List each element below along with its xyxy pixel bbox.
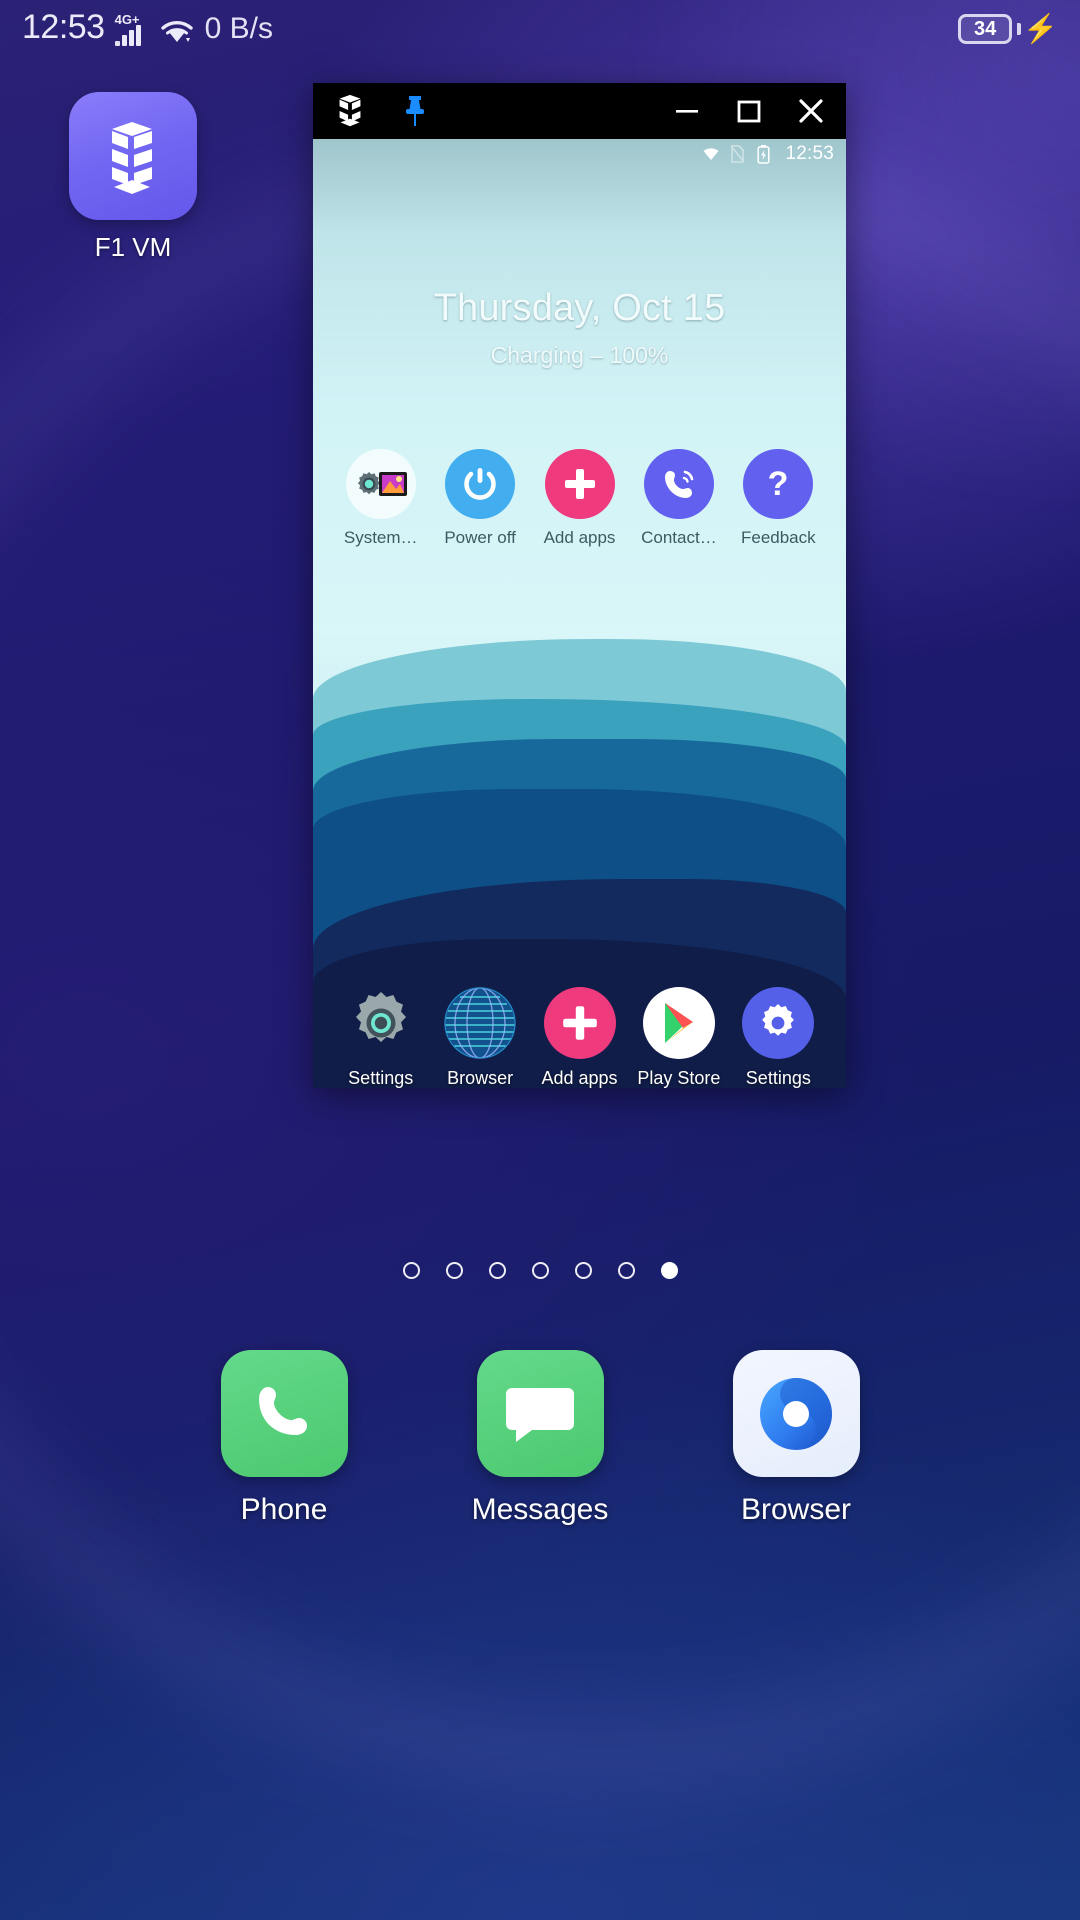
close-icon[interactable] bbox=[780, 83, 842, 139]
page-dot[interactable] bbox=[617, 1262, 635, 1279]
vm-app-label: Feedback bbox=[740, 528, 816, 547]
question-mark-icon[interactable]: ? bbox=[743, 449, 814, 519]
vm-app-label: Add apps bbox=[543, 528, 616, 547]
status-bar-left: 12:53 4G+ 0 B/s bbox=[22, 8, 273, 46]
signal-bars-icon: 4G+ bbox=[114, 13, 149, 46]
vm-status-clock: 12:53 bbox=[785, 143, 834, 164]
system-folder-icon[interactable] bbox=[345, 449, 416, 519]
vm-date-label: Thursday, Oct 15 bbox=[433, 287, 726, 329]
vm-home-icon-row[interactable]: System… Power off Add apps Contact… ? Fe… bbox=[313, 449, 846, 548]
page-dot[interactable] bbox=[488, 1262, 506, 1279]
plus-icon[interactable] bbox=[543, 987, 616, 1059]
minimize-icon[interactable] bbox=[656, 83, 718, 139]
home-dock[interactable]: Phone Messages Browser bbox=[0, 1350, 1080, 1527]
status-bar: 12:53 4G+ 0 B/s 34 ⚡ bbox=[0, 0, 1080, 58]
page-dot[interactable] bbox=[445, 1262, 463, 1279]
no-sim-icon bbox=[729, 145, 749, 163]
battery-nub bbox=[1017, 23, 1022, 35]
vm-window[interactable]: 12:53 Thursday, Oct 15 Charging – 100% S… bbox=[313, 83, 846, 1088]
gear-icon[interactable] bbox=[742, 987, 815, 1059]
browser-icon bbox=[760, 1377, 832, 1450]
status-clock: 12:53 bbox=[22, 8, 105, 46]
phone-tile[interactable] bbox=[220, 1350, 348, 1477]
vm-app-add-apps[interactable]: Add apps bbox=[530, 449, 629, 548]
svg-text:?: ? bbox=[768, 465, 789, 503]
dock-label: Browser bbox=[740, 1493, 852, 1526]
vm-app-power-off[interactable]: Power off bbox=[430, 449, 529, 548]
vm-date-widget[interactable]: Thursday, Oct 15 Charging – 100% bbox=[313, 287, 846, 369]
power-icon[interactable] bbox=[445, 449, 516, 519]
dock-label: Phone bbox=[240, 1493, 328, 1526]
wifi-icon bbox=[159, 18, 195, 46]
f1-vm-tile[interactable] bbox=[69, 92, 197, 220]
phone-icon bbox=[259, 1386, 307, 1435]
vm-app-label: Contact… bbox=[641, 528, 717, 547]
globe-icon[interactable] bbox=[444, 987, 517, 1059]
vm-screen[interactable]: 12:53 Thursday, Oct 15 Charging – 100% S… bbox=[313, 139, 846, 1088]
vm-dock-play-store[interactable]: Play Store bbox=[629, 987, 728, 1088]
page-dot[interactable] bbox=[531, 1262, 549, 1279]
vm-app-system[interactable]: System… bbox=[331, 449, 430, 548]
dock-item-messages[interactable]: Messages bbox=[450, 1350, 630, 1527]
vm-dock-label: Settings bbox=[348, 1068, 414, 1088]
data-rate-label: 0 B/s bbox=[204, 12, 273, 45]
gear-icon[interactable] bbox=[345, 987, 417, 1059]
vm-dock-settings[interactable]: Settings bbox=[331, 987, 430, 1088]
vm-dock[interactable]: Settings Browser Add apps Play Store Set… bbox=[313, 987, 846, 1088]
vm-app-contacts[interactable]: Contact… bbox=[629, 449, 728, 548]
charging-bolt-icon: ⚡ bbox=[1023, 13, 1058, 44]
page-indicator[interactable] bbox=[0, 1262, 1080, 1279]
browser-tile[interactable] bbox=[732, 1350, 860, 1477]
vm-app-feedback[interactable]: ? Feedback bbox=[729, 449, 828, 548]
message-icon bbox=[506, 1387, 574, 1442]
page-dot[interactable] bbox=[402, 1262, 420, 1279]
dock-item-phone[interactable]: Phone bbox=[194, 1350, 374, 1527]
gallery-icon bbox=[378, 472, 407, 496]
vm-dock-label: Add apps bbox=[541, 1068, 618, 1088]
dock-item-browser[interactable]: Browser bbox=[706, 1350, 886, 1527]
vm-dock-label: Browser bbox=[447, 1068, 514, 1088]
maximize-icon[interactable] bbox=[718, 83, 780, 139]
page-dot-active[interactable] bbox=[660, 1262, 678, 1279]
vm-app-label: Power off bbox=[444, 528, 516, 547]
vm-status-bar: 12:53 bbox=[313, 139, 846, 169]
f1-vm-label: F1 VM bbox=[94, 232, 172, 262]
vm-window-titlebar[interactable] bbox=[313, 83, 846, 139]
pin-icon[interactable] bbox=[395, 91, 435, 131]
vm-dock-browser[interactable]: Browser bbox=[430, 987, 529, 1088]
messages-tile[interactable] bbox=[476, 1350, 604, 1477]
dock-label: Messages bbox=[471, 1493, 609, 1526]
phone-call-icon[interactable] bbox=[643, 449, 714, 519]
vm-battery-status-label: Charging – 100% bbox=[490, 342, 669, 368]
battery-icon: 34 bbox=[958, 14, 1013, 44]
window-controls[interactable] bbox=[656, 83, 842, 139]
vm-dock-label: Settings bbox=[745, 1068, 811, 1088]
battery-level-label: 34 bbox=[974, 17, 997, 40]
vm-dock-label: Play Store bbox=[637, 1068, 721, 1088]
home-screen: 12:53 4G+ 0 B/s 34 ⚡ F1 VM 12:53 Thursda… bbox=[0, 0, 1080, 1920]
status-bar-right: 34 ⚡ bbox=[958, 14, 1058, 44]
battery-charging-icon bbox=[757, 144, 777, 164]
play-store-icon[interactable] bbox=[642, 987, 715, 1059]
plus-icon[interactable] bbox=[544, 449, 615, 519]
page-dot[interactable] bbox=[574, 1262, 592, 1279]
wifi-icon bbox=[701, 145, 721, 163]
cube-logo-icon bbox=[112, 122, 152, 194]
vm-dock-settings-2[interactable]: Settings bbox=[729, 987, 828, 1088]
vm-dock-add-apps[interactable]: Add apps bbox=[530, 987, 629, 1088]
vm-app-label: System… bbox=[343, 528, 418, 547]
cube-logo-icon bbox=[331, 92, 369, 130]
desktop-icon-f1-vm[interactable]: F1 VM bbox=[68, 92, 198, 263]
